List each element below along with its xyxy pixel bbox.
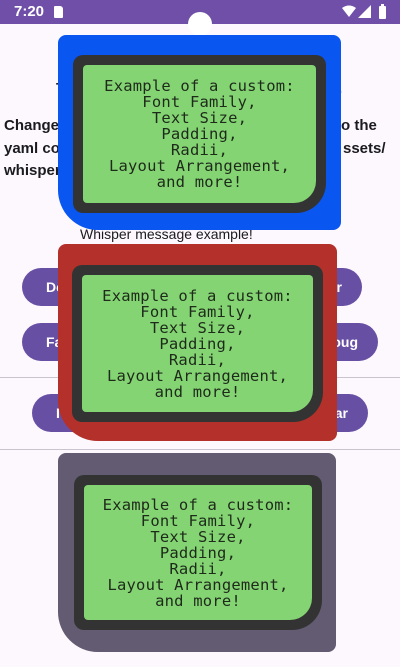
- lcd-screen: Example of a custom: Font Family, Text S…: [84, 485, 312, 620]
- instruction-text-fragment: whisper: [4, 162, 61, 179]
- instruction-text-fragment: yaml co: [4, 140, 60, 157]
- lcd-frame: Example of a custom: Font Family, Text S…: [74, 475, 322, 630]
- divider: [0, 449, 400, 450]
- lcd-frame: Example of a custom: Font Family, Text S…: [73, 55, 326, 213]
- instruction-text-fragment: ssets/: [343, 140, 386, 157]
- signal-icon: [358, 5, 371, 18]
- battery-icon: [379, 4, 386, 19]
- lcd-screen: Example of a custom: Font Family, Text S…: [83, 65, 316, 203]
- instruction-text-fragment: Change: [4, 117, 60, 134]
- button-label: r: [336, 279, 342, 295]
- status-time: 7:20: [14, 3, 45, 20]
- popup-message: Example of a custom: Font Family, Text S…: [102, 286, 293, 401]
- popup-message: Example of a custom: Font Family, Text S…: [102, 495, 294, 610]
- lcd-screen: Example of a custom: Font Family, Text S…: [82, 275, 313, 412]
- whisper-popup-gray[interactable]: Example of a custom: Font Family, Text S…: [58, 453, 336, 652]
- whisper-popup-blue[interactable]: Example of a custom: Font Family, Text S…: [58, 35, 341, 230]
- popup-message: Example of a custom: Font Family, Text S…: [104, 77, 295, 191]
- wifi-icon: [342, 5, 356, 17]
- camera-cutout: [188, 12, 212, 36]
- lcd-frame: Example of a custom: Font Family, Text S…: [72, 265, 323, 422]
- whisper-popup-red[interactable]: Example of a custom: Font Family, Text S…: [58, 244, 337, 441]
- sd-card-icon: [54, 6, 63, 18]
- instruction-text-fragment: o the: [341, 117, 377, 134]
